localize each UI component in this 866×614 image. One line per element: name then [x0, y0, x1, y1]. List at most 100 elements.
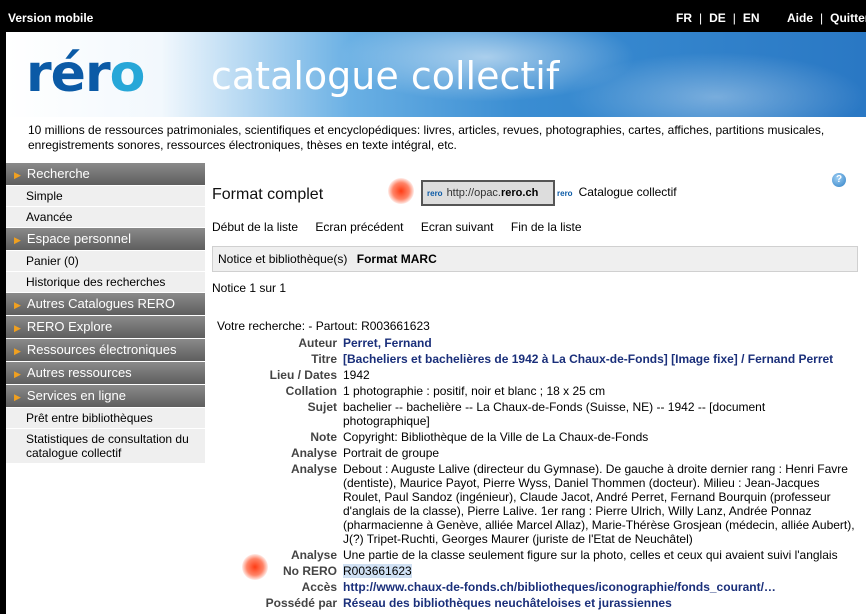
record-row: Collation 1 photographie : positif, noir …	[217, 383, 857, 399]
field-value: Copyright: Bibliothèque de la Ville de L…	[343, 430, 649, 444]
banner-title: catalogue collectif	[211, 54, 560, 98]
field-label: Auteur	[298, 336, 337, 350]
previous-screen-link[interactable]: Ecran précédent	[315, 220, 403, 234]
sidebar-section-autres-ressources[interactable]: ▶ Autres ressources	[6, 362, 205, 385]
record-row: Note Copyright: Bibliothèque de la Ville …	[217, 429, 857, 445]
record-row: Lieu / Dates 1942	[217, 367, 857, 383]
field-value: Portrait de groupe	[343, 446, 440, 460]
separator: |	[699, 11, 703, 25]
access-link[interactable]: http://www.chaux-de-fonds.ch/bibliothequ…	[343, 580, 776, 594]
search-summary: Votre recherche: - Partout: R003661623	[217, 319, 430, 333]
sidebar-item-avancee[interactable]: Avancée	[6, 207, 205, 228]
page-title: Format complet	[212, 186, 324, 203]
lang-en-link[interactable]: EN	[743, 11, 760, 25]
lang-de-link[interactable]: DE	[709, 11, 726, 25]
field-label: Collation	[285, 384, 337, 398]
field-label: Sujet	[307, 400, 337, 414]
banner-cloud	[566, 52, 866, 117]
first-page-link[interactable]: Début de la liste	[212, 220, 298, 234]
sidebar-section-explore[interactable]: ▶ RERO Explore	[6, 316, 205, 339]
rero-number[interactable]: R003661623	[343, 564, 412, 578]
separator: |	[732, 11, 736, 25]
permalink-prefix: http://opac.	[446, 187, 501, 199]
sidebar-section-label: Ressources électroniques	[26, 342, 177, 357]
tab-marc[interactable]: Format MARC	[357, 252, 437, 266]
arrow-right-icon: ▶	[14, 369, 21, 379]
sidebar-section-label: Recherche	[26, 166, 90, 181]
field-label: Possédé par	[265, 596, 337, 610]
sidebar-item-panier[interactable]: Panier (0)	[6, 251, 205, 272]
sidebar-item-pret[interactable]: Prêt entre bibliothèques	[6, 408, 205, 429]
sidebar-item-simple[interactable]: Simple	[6, 186, 205, 207]
record-row: Analyse Debout : Auguste Lalive (directeu…	[217, 461, 857, 547]
last-page-link[interactable]: Fin de la liste	[511, 220, 582, 234]
field-label: Analyse	[290, 462, 337, 476]
tab-notice[interactable]: Notice et bibliothèque(s)	[218, 252, 347, 266]
record-row: No RERO R003661623	[217, 563, 857, 579]
help-link[interactable]: Aide	[787, 11, 813, 25]
format-tabs: Notice et bibliothèque(s) Format MARC	[212, 246, 858, 272]
sidebar-section-autres-catalogues[interactable]: ▶ Autres Catalogues RERO	[6, 293, 205, 316]
field-label: Note	[310, 430, 337, 444]
field-label: Analyse	[290, 446, 337, 460]
language-switcher: FR | DE | EN	[676, 11, 760, 25]
sidebar-section-label: Autres Catalogues RERO	[26, 296, 176, 311]
record-row: Titre [Bacheliers et bachelières de 1942 …	[217, 351, 857, 367]
field-value: 1 photographie : positif, noir et blanc …	[343, 384, 606, 398]
sidebar-section-services[interactable]: ▶ Services en ligne	[6, 385, 205, 408]
field-value: 1942	[343, 368, 370, 382]
sidebar-section-label: Services en ligne	[26, 388, 126, 403]
sidebar-section-label: Espace personnel	[26, 231, 131, 246]
sidebar-section-ressources-electroniques[interactable]: ▶ Ressources électroniques	[6, 339, 205, 362]
sidebar-section-espace[interactable]: ▶ Espace personnel	[6, 228, 205, 251]
record-row: Possédé par Réseau des bibliothèques neuc…	[217, 595, 857, 611]
sidebar-item-historique[interactable]: Historique des recherches	[6, 272, 205, 293]
catalogue-description: 10 millions de ressources patrimoniales,…	[6, 117, 866, 164]
record-row: Analyse Portrait de groupe	[217, 445, 857, 461]
quit-link[interactable]: Quitter	[830, 11, 866, 25]
permalink-box[interactable]: rero http://opac.rero.ch	[421, 180, 555, 206]
separator: |	[820, 11, 824, 25]
top-links: Aide | Quitter	[787, 11, 866, 25]
catalogue-label-text: Catalogue collectif	[578, 185, 677, 199]
notice-count: Notice 1 sur 1	[212, 281, 287, 295]
record-row: Auteur Perret, Fernand	[217, 335, 857, 351]
author-link[interactable]: Perret, Fernand	[343, 336, 432, 350]
record-row: Sujet bachelier -- bachelière -- La Chaux…	[217, 399, 857, 429]
help-icon[interactable]: ?	[832, 173, 846, 187]
arrow-right-icon: ▶	[14, 170, 21, 180]
arrow-right-icon: ▶	[14, 235, 21, 245]
holdings-link[interactable]: Réseau des bibliothèques neuchâteloises …	[343, 596, 672, 610]
field-label: Lieu / Dates	[269, 368, 337, 382]
rero-logo[interactable]: réro	[26, 44, 145, 104]
arrow-right-icon: ▶	[14, 346, 21, 356]
field-label: Titre	[311, 352, 337, 366]
field-label: Analyse	[290, 548, 337, 562]
rero-mini-logo: rero	[557, 189, 573, 198]
lang-fr-link[interactable]: FR	[676, 11, 692, 25]
subject-value: bachelier -- bachelière -- La Chaux-de-F…	[343, 400, 766, 428]
arrow-right-icon: ▶	[14, 323, 21, 333]
arrow-right-icon: ▶	[14, 300, 21, 310]
record-row: Accès http://www.chaux-de-fonds.ch/biblio…	[217, 579, 857, 595]
field-label: No RERO	[283, 564, 337, 578]
title-link[interactable]: [Bacheliers et bachelières de 1942 à La …	[343, 352, 833, 366]
record-table: Auteur Perret, Fernand Titre [Bacheliers e…	[217, 335, 857, 611]
rero-mini-logo: rero	[427, 189, 443, 198]
catalogue-label: rero Catalogue collectif	[557, 185, 677, 199]
permalink-domain: rero.ch	[501, 187, 539, 199]
mobile-version-link[interactable]: Version mobile	[8, 11, 93, 25]
next-screen-link[interactable]: Ecran suivant	[421, 220, 494, 234]
highlight-marker	[242, 554, 268, 580]
sidebar: ▶ Recherche Simple Avancée ▶ Espace person…	[6, 163, 205, 464]
sidebar-section-label: Autres ressources	[26, 365, 132, 380]
field-value: Une partie de la classe seulement figure…	[343, 548, 838, 562]
arrow-right-icon: ▶	[14, 392, 21, 402]
sidebar-item-statistiques[interactable]: Statistiques de consultation du catalogu…	[6, 429, 205, 464]
sidebar-section-recherche[interactable]: ▶ Recherche	[6, 163, 205, 186]
highlight-marker	[388, 178, 414, 204]
banner: réro catalogue collectif	[6, 32, 866, 117]
sidebar-section-label: RERO Explore	[26, 319, 113, 334]
field-value: Debout : Auguste Lalive (directeur du Gy…	[343, 462, 855, 546]
field-label: Accès	[301, 580, 337, 594]
